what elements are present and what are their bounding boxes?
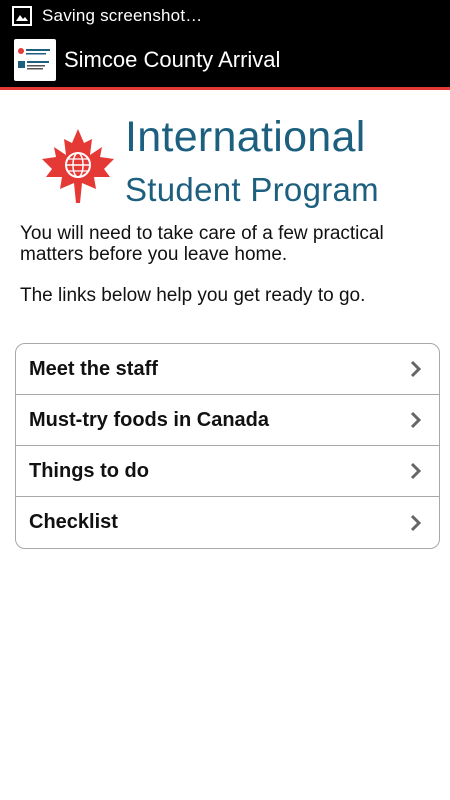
list-item-label: Checklist	[29, 511, 118, 533]
logo-text-line2: Student Program	[125, 171, 379, 208]
status-text: Saving screenshot…	[42, 6, 203, 25]
app-logo-icon[interactable]	[14, 38, 56, 81]
intro-text: You will need to take care of a few prac…	[20, 223, 430, 306]
chevron-right-icon	[410, 411, 422, 429]
intro-paragraph-1: You will need to take care of a few prac…	[20, 223, 384, 265]
chevron-right-icon	[410, 514, 422, 531]
list-item-label: Must-try foods in Canada	[29, 408, 270, 431]
list-item-label: Meet the staff	[29, 357, 158, 380]
intro-paragraph-2: The links below help you get ready to go…	[20, 285, 366, 306]
image-icon	[12, 6, 32, 26]
list-item-things-to-do[interactable]: Things to do	[16, 446, 439, 497]
status-bar: Saving screenshot…	[0, 0, 450, 32]
app-title: Simcoe County Arrival	[64, 46, 281, 72]
list-item-meet-the-staff[interactable]: Meet the staff	[16, 344, 439, 395]
maple-leaf-globe-icon	[42, 129, 114, 203]
chevron-right-icon	[410, 462, 422, 480]
program-logo: International Student Program	[40, 107, 420, 208]
list-item-checklist[interactable]: Checklist	[16, 497, 439, 548]
link-list: Meet the staff Must-try foods in Canada …	[15, 343, 440, 549]
list-item-label: Things to do	[29, 459, 149, 482]
action-bar: Simcoe County Arrival	[0, 32, 450, 90]
logo-text-line1: International	[125, 113, 366, 161]
list-item-must-try-foods[interactable]: Must-try foods in Canada	[16, 395, 439, 446]
chevron-right-icon	[410, 360, 422, 378]
